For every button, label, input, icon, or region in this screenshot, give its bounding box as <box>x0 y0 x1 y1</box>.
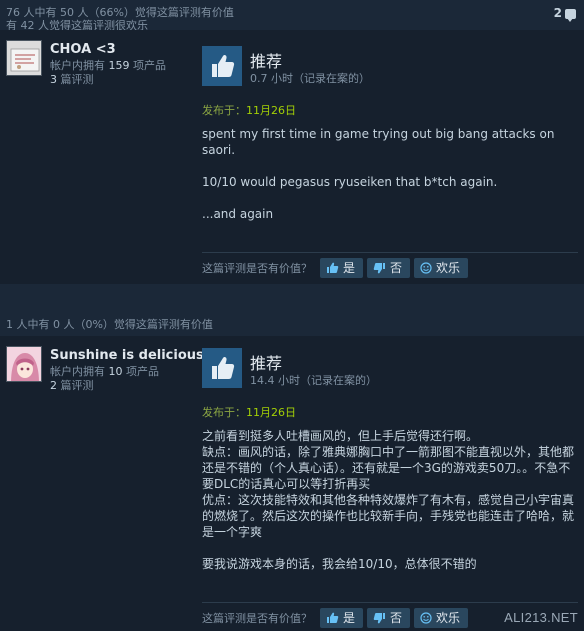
posted-date: 发布于：11月26日 <box>202 406 296 419</box>
thumbs-up-icon <box>202 46 242 86</box>
review-count[interactable]: 2 篇评测 <box>50 379 159 393</box>
review-helpful-summary: 76 人中有 50 人（66%）觉得这篇评测有价值 有 42 人觉得这篇评测很欢… <box>0 0 584 32</box>
thumbs-down-icon <box>373 262 386 273</box>
thumbs-down-icon <box>373 612 386 623</box>
review-count[interactable]: 3 篇评测 <box>50 73 166 87</box>
avatar[interactable] <box>6 346 42 382</box>
review-separator <box>0 284 584 312</box>
author-name[interactable]: Sunshine is delicious <box>50 348 204 363</box>
vote-yes-button[interactable]: 是 <box>320 607 364 628</box>
review-text: 之前看到挺多人吐槽画风的，但上手后觉得还行啊。 缺点：画风的话，除了雅典娜胸口中… <box>202 429 575 571</box>
avatar[interactable] <box>6 40 42 76</box>
smiley-icon <box>420 261 432 274</box>
recommendation-title: 推荐 <box>250 354 283 373</box>
review-card: 76 人中有 50 人（66%）觉得这篇评测有价值 有 42 人觉得这篇评测很欢… <box>0 0 584 284</box>
helpful-vote-row: 这篇评测是否有价值？ 是 否 欢乐 <box>202 252 578 278</box>
review-content: 推荐 14.4 小时（记录在案的） 发布于：11月26日 之前看到挺多人吐槽画风… <box>202 348 578 572</box>
review-helpful-summary: 1 人中有 0 人（0%）觉得这篇评测有价值 <box>0 312 584 336</box>
vote-header[interactable]: 推荐 14.4 小时（记录在案的） <box>202 348 578 392</box>
review-content: 推荐 0.7 小时（记录在案的） 发布于：11月26日 spent my fir… <box>202 46 578 222</box>
comment-icon <box>565 8 576 22</box>
comment-count[interactable]: 2 <box>554 7 576 22</box>
vote-funny-button[interactable]: 欢乐 <box>414 257 469 278</box>
helpful-count-text: 76 人中有 50 人（66%）觉得这篇评测有价值 <box>6 6 234 19</box>
vote-funny-button[interactable]: 欢乐 <box>414 607 469 628</box>
review-card: 1 人中有 0 人（0%）觉得这篇评测有价值 Sunshine is delic… <box>0 312 584 631</box>
posted-date: 发布于：11月26日 <box>202 104 296 117</box>
thumbs-up-icon <box>327 612 339 623</box>
vote-no-button[interactable]: 否 <box>367 257 411 278</box>
recommendation-title: 推荐 <box>250 52 283 71</box>
vote-yes-button[interactable]: 是 <box>320 257 364 278</box>
owned-products: 帐户内拥有 10 项产品 <box>50 365 159 378</box>
playtime: 14.4 小时（记录在案的） <box>250 374 377 387</box>
helpful-question: 这篇评测是否有价值？ <box>202 611 312 625</box>
helpful-count-text: 1 人中有 0 人（0%）觉得这篇评测有价值 <box>6 318 213 331</box>
owned-products: 帐户内拥有 159 项产品 <box>50 59 166 72</box>
review-text: spent my first time in game trying out b… <box>202 127 555 221</box>
helpful-question: 这篇评测是否有价值？ <box>202 261 312 275</box>
author-stats: 帐户内拥有 159 项产品 3 篇评测 <box>50 59 166 87</box>
site-watermark: ALI213.NET <box>504 610 578 625</box>
author-name[interactable]: CHOA <3 <box>50 42 116 57</box>
playtime: 0.7 小时（记录在案的） <box>250 72 370 85</box>
author-stats: 帐户内拥有 10 项产品 2 篇评测 <box>50 365 159 393</box>
smiley-icon <box>420 611 432 624</box>
vote-no-button[interactable]: 否 <box>367 607 411 628</box>
thumbs-up-icon <box>327 262 339 273</box>
vote-header[interactable]: 推荐 0.7 小时（记录在案的） <box>202 46 578 90</box>
thumbs-up-icon <box>202 348 242 388</box>
